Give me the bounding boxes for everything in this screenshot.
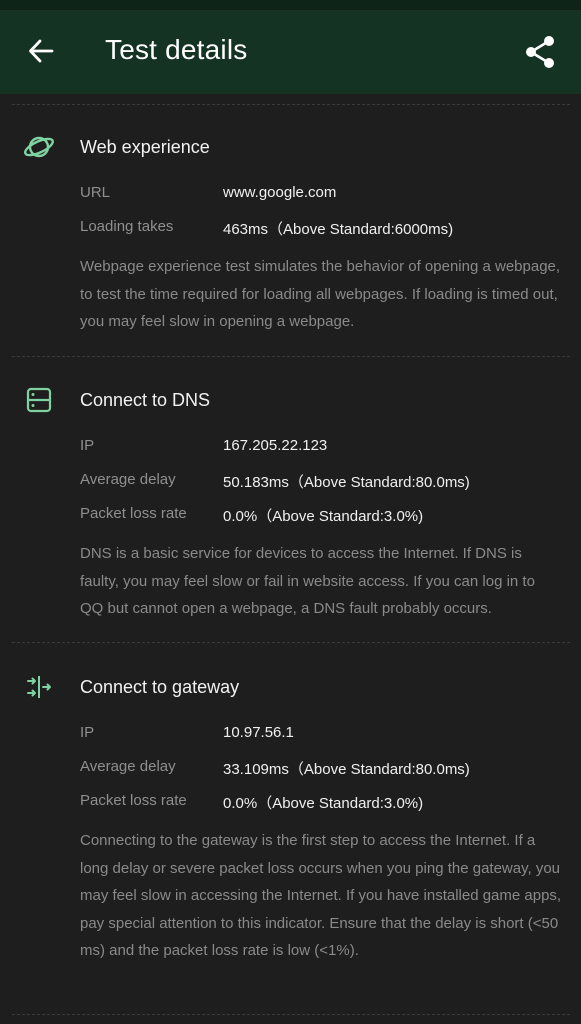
section-divider [12, 104, 570, 105]
row-label-gw-loss: Packet loss rate [80, 792, 187, 809]
row-label-dns-loss: Packet loss rate [80, 505, 187, 522]
row-value-loading: 463ms（Above Standard:6000ms) [223, 221, 454, 238]
row-value-url: www.google.com [223, 184, 337, 201]
section-description-web: Webpage experience test simulates the be… [80, 258, 561, 330]
row-value-gw-delay: 33.109ms（Above Standard:80.0ms) [223, 761, 470, 778]
section-description-dns: DNS is a basic service for devices to ac… [80, 545, 535, 617]
section-title-dns: Connect to DNS [80, 390, 211, 410]
row-value-dns-delay: 50.183ms（Above Standard:80.0ms) [223, 474, 470, 491]
row-label-loading: Loading takes [80, 218, 174, 235]
row-label-url: URL [80, 184, 111, 201]
row-value-gw-ip: 10.97.56.1 [223, 724, 294, 741]
row-value-gw-loss: 0.0%（Above Standard:3.0%) [223, 795, 424, 812]
gateway-arrows-icon [22, 670, 56, 704]
section-divider [12, 1014, 570, 1015]
section-divider [12, 642, 570, 643]
row-label-gw-delay: Average delay [80, 758, 176, 775]
arrow-left-icon [29, 39, 54, 63]
planet-icon [22, 130, 56, 164]
page-title: Test details [105, 34, 248, 65]
share-icon [526, 36, 554, 68]
row-value-dns-loss: 0.0%（Above Standard:3.0%) [223, 508, 424, 525]
section-description-gateway: Connecting to the gateway is the first s… [80, 832, 562, 959]
share-button[interactable] [520, 32, 560, 72]
section-title-gateway: Connect to gateway [80, 677, 240, 697]
row-value-dns-ip: 167.205.22.123 [223, 437, 328, 454]
row-label-dns-ip: IP [80, 437, 95, 454]
section-title-web-experience: Web experience [80, 137, 210, 157]
status-bar [0, 0, 581, 10]
row-label-gw-ip: IP [80, 724, 95, 741]
row-label-dns-delay: Average delay [80, 471, 176, 488]
section-divider [12, 356, 570, 357]
server-icon [22, 383, 56, 417]
back-button[interactable] [22, 32, 60, 70]
app-bar: Test details [0, 10, 581, 94]
